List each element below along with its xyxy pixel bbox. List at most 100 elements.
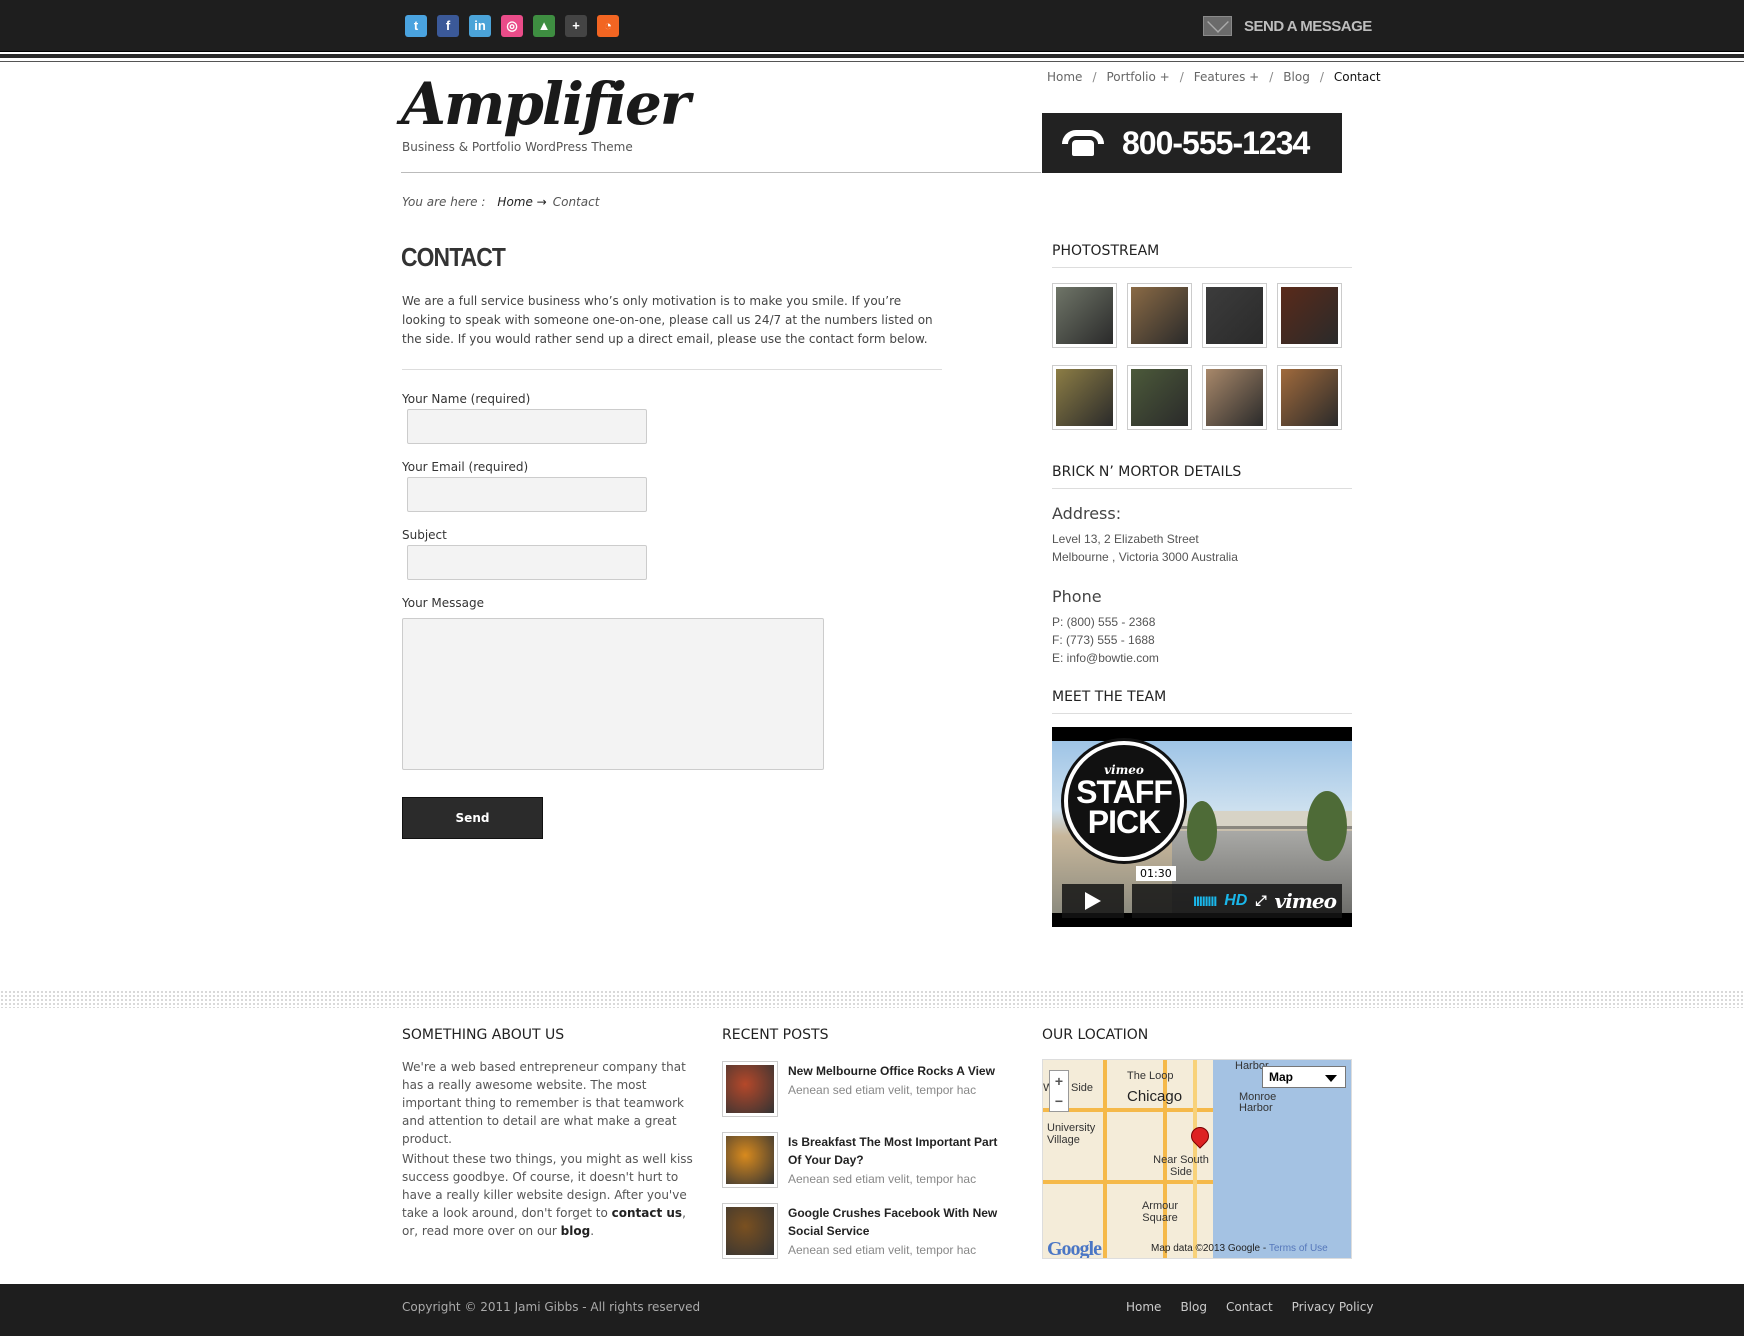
recent-posts-title: RECENT POSTS <box>722 1027 829 1043</box>
photo-chihuahua[interactable] <box>1277 365 1342 430</box>
address-line-1: Level 13, 2 Elizabeth Street <box>1052 532 1199 546</box>
forrst-icon[interactable]: ▲ <box>533 15 555 37</box>
email-field[interactable] <box>407 477 647 512</box>
site-logo[interactable]: Amplifier <box>401 70 690 138</box>
nav-features[interactable]: Features + <box>1194 70 1259 84</box>
location-title: OUR LOCATION <box>1042 1027 1149 1043</box>
vimeo-video[interactable]: vimeo STAFF PICK 01:30 IIIIIIII HD ⤢ vim… <box>1052 727 1352 927</box>
photo-lanterns[interactable] <box>1277 283 1342 348</box>
post-excerpt: Aenean sed etiam velit, tempor hac <box>788 1243 977 1257</box>
photo-hand[interactable] <box>1052 283 1117 348</box>
content-divider <box>402 369 942 370</box>
map-lake <box>1213 1060 1351 1258</box>
footer-nav-home[interactable]: Home <box>1126 1300 1161 1314</box>
site-tagline: Business & Portfolio WordPress Theme <box>402 140 633 154</box>
send-button[interactable]: Send <box>402 797 543 839</box>
staff-pick-badge: vimeo STAFF PICK <box>1064 741 1184 861</box>
breadcrumb-home[interactable]: Home → <box>497 195 546 209</box>
breadcrumb-current: Contact <box>552 195 600 209</box>
header-divider <box>401 172 1041 173</box>
nav-contact[interactable]: Contact <box>1334 70 1381 84</box>
about-paragraph-2: Without these two things, you might as w… <box>402 1152 693 1238</box>
message-textarea[interactable] <box>402 618 824 770</box>
photo-dog-fence[interactable] <box>1127 283 1192 348</box>
facebook-icon[interactable]: f <box>437 15 459 37</box>
post-title[interactable]: Is Breakfast The Most Important Part Of … <box>788 1133 1013 1169</box>
post-excerpt: Aenean sed etiam velit, tempor hac <box>788 1172 977 1186</box>
post-title[interactable]: New Melbourne Office Rocks A View <box>788 1062 1013 1080</box>
map-pin-icon[interactable] <box>1187 1123 1213 1149</box>
nav-home[interactable]: Home <box>1047 70 1082 84</box>
contact-us-link[interactable]: contact us <box>612 1206 682 1220</box>
badge-staff-pick: STAFF PICK <box>1076 774 1173 840</box>
address-text: Level 13, 2 Elizabeth Street Melbourne ,… <box>1052 530 1238 566</box>
map-label-armour-square: Armour Square <box>1141 1200 1179 1224</box>
address-heading: Address: <box>1052 504 1122 523</box>
map-credit: Map data ©2013 Google - Terms of Use <box>1151 1243 1328 1254</box>
send-message-link[interactable]: SEND A MESSAGE <box>1203 14 1372 38</box>
email-line[interactable]: E: info@bowtie.com <box>1052 649 1159 667</box>
nav-portfolio[interactable]: Portfolio + <box>1106 70 1169 84</box>
photostream-divider <box>1052 267 1352 268</box>
phone-number: 800-555-1234 <box>1122 124 1310 161</box>
blog-link[interactable]: blog <box>561 1224 591 1238</box>
play-button[interactable] <box>1062 884 1124 918</box>
phone-text: P: (800) 555 - 2368 F: (773) 555 - 1688 … <box>1052 613 1159 667</box>
photo-herbs[interactable] <box>1127 365 1192 430</box>
name-label: Your Name (required) <box>402 392 531 406</box>
map-type-select[interactable]: Map <box>1262 1066 1346 1088</box>
dribbble-icon[interactable]: ◎ <box>501 15 523 37</box>
details-divider <box>1052 488 1352 489</box>
photo-jeans[interactable] <box>1202 283 1267 348</box>
name-field[interactable] <box>407 409 647 444</box>
footer-nav-blog[interactable]: Blog <box>1180 1300 1207 1314</box>
send-message-label: SEND A MESSAGE <box>1244 17 1372 35</box>
video-progress[interactable]: 01:30 IIIIIIII HD ⤢ vimeo <box>1132 866 1342 918</box>
breadcrumb: You are here : Home → Contact <box>402 195 599 209</box>
location-map[interactable]: Harbor The Loop Chicago Monroe Harbor Un… <box>1042 1059 1352 1259</box>
photo-puppy[interactable] <box>1202 365 1267 430</box>
team-divider <box>1052 713 1352 714</box>
team-title: MEET THE TEAM <box>1052 689 1167 705</box>
terms-of-use-link[interactable]: Terms of Use <box>1269 1243 1328 1254</box>
fullscreen-icon[interactable]: ⤢ <box>1255 893 1266 909</box>
google-logo[interactable]: Google <box>1047 1238 1102 1258</box>
top-bar <box>0 0 1744 52</box>
phone-heading: Phone <box>1052 587 1102 606</box>
footer-pattern <box>0 990 1744 1008</box>
photo-bicycle[interactable] <box>1052 365 1117 430</box>
post-thumbnail[interactable] <box>722 1132 778 1188</box>
map-label-chicago: Chicago <box>1127 1088 1183 1105</box>
address-line-2: Melbourne , Victoria 3000 Australia <box>1052 550 1238 564</box>
video-time: 01:30 <box>1136 866 1176 881</box>
photostream-title: PHOTOSTREAM <box>1052 243 1160 259</box>
google-plus-icon[interactable]: + <box>565 15 587 37</box>
volume-icon[interactable]: IIIIIIII <box>1193 893 1217 909</box>
map-label-near-south-side: Near South Side <box>1153 1154 1209 1178</box>
bottom-bar <box>0 1284 1744 1336</box>
rss-icon[interactable]: ◔ <box>597 15 619 37</box>
map-zoom-control[interactable]: + − <box>1049 1070 1069 1112</box>
map-label-monroe-harbor: Monroe Harbor <box>1239 1091 1277 1114</box>
linkedin-icon[interactable]: in <box>469 15 491 37</box>
twitter-icon[interactable]: t <box>405 15 427 37</box>
nav-blog[interactable]: Blog <box>1283 70 1310 84</box>
copyright: Copyright © 2011 Jami Gibbs - All rights… <box>402 1300 701 1314</box>
hd-toggle[interactable]: HD <box>1224 892 1247 910</box>
vimeo-logo[interactable]: vimeo <box>1275 889 1337 913</box>
phone-line: P: (800) 555 - 2368 <box>1052 615 1156 629</box>
phone-banner: 800-555-1234 <box>1042 113 1342 173</box>
envelope-icon <box>1203 16 1232 36</box>
footer-nav: Home Blog Contact Privacy Policy <box>1126 1300 1373 1314</box>
subject-field[interactable] <box>407 545 647 580</box>
footer-nav-privacy[interactable]: Privacy Policy <box>1292 1300 1374 1314</box>
footer-nav-contact[interactable]: Contact <box>1226 1300 1273 1314</box>
about-paragraph-1: We're a web based entrepreneur company t… <box>402 1060 686 1146</box>
post-thumbnail[interactable] <box>722 1061 778 1117</box>
intro-text: We are a full service business who’s onl… <box>402 294 933 346</box>
post-title[interactable]: Google Crushes Facebook With New Social … <box>788 1204 1013 1240</box>
subject-label: Subject <box>402 528 447 542</box>
post-thumbnail[interactable] <box>722 1203 778 1259</box>
post-excerpt: Aenean sed etiam velit, tempor hac <box>788 1083 977 1097</box>
play-icon <box>1085 892 1101 910</box>
